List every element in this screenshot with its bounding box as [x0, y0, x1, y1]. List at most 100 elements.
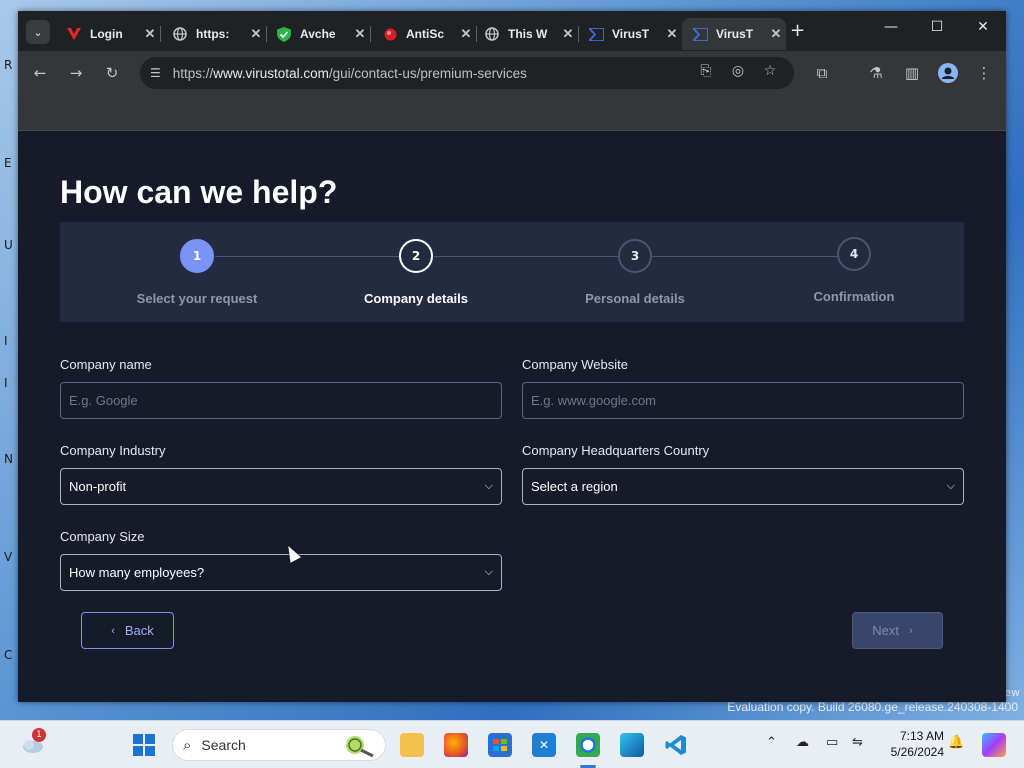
- profile-avatar-icon[interactable]: [938, 63, 958, 83]
- chrome-icon[interactable]: [576, 733, 600, 757]
- extensions-icon[interactable]: ⧉: [812, 63, 832, 83]
- company-hq-country-label: Company Headquarters Country: [522, 443, 710, 458]
- page-title: How can we help?: [60, 174, 338, 210]
- desktop-icon-label[interactable]: V: [4, 550, 12, 564]
- company-size-label: Company Size: [60, 529, 145, 544]
- company-industry-label: Company Industry: [60, 443, 166, 458]
- firefox-icon[interactable]: [444, 733, 468, 757]
- desktop-icon-label[interactable]: R: [4, 58, 12, 72]
- tab[interactable]: Login ✕: [56, 18, 160, 50]
- next-button-label: Next: [872, 623, 900, 638]
- chevron-down-icon: ⌵: [484, 566, 493, 578]
- company-size-select[interactable]: How many employees? ⌵: [60, 554, 502, 591]
- tab[interactable]: VirusT ✕: [578, 18, 682, 50]
- chevron-right-icon: ›: [909, 624, 913, 637]
- tab-title: Avche: [300, 27, 336, 41]
- select-value: Non-profit: [69, 479, 127, 494]
- search-placeholder: Search: [201, 737, 246, 753]
- file-explorer-icon[interactable]: [400, 733, 424, 757]
- tab-title: AntiSc: [406, 27, 445, 41]
- clock[interactable]: 7:13 AM 5/26/2024: [891, 728, 944, 760]
- company-website-input[interactable]: [522, 382, 964, 419]
- taskbar: 1 ⌕ Search ✕ ⌃ ☁ ▭ ⇋ 7:13 AM 5/26/2024 🔔: [0, 720, 1024, 768]
- reload-icon[interactable]: ↻: [102, 63, 122, 83]
- bookmarks-bar: [18, 95, 1006, 131]
- notification-badge: 1: [32, 728, 46, 742]
- vscode-icon[interactable]: [664, 733, 688, 757]
- desktop-icon-label[interactable]: I: [4, 376, 8, 390]
- search-icon: ⌕: [183, 736, 192, 754]
- close-icon[interactable]: ✕: [766, 26, 786, 42]
- virustotal-icon: [692, 26, 708, 42]
- next-button[interactable]: Next ›: [852, 612, 943, 649]
- tab-title: VirusT: [716, 27, 754, 41]
- network-icon[interactable]: ⇋: [852, 735, 863, 750]
- new-tab-icon[interactable]: +: [790, 20, 805, 41]
- desktop-icon-label[interactable]: E: [4, 156, 12, 170]
- chevron-up-icon[interactable]: ⌃: [766, 735, 777, 750]
- browser-window: ⌄ Login ✕ https: ✕ Avche ✕ AntiSc ✕ This: [18, 11, 1006, 702]
- notification-bell-icon[interactable]: 🔔: [948, 735, 964, 750]
- minimize-icon[interactable]: —: [868, 19, 914, 35]
- address-bar[interactable]: ☰ https://www.virustotal.com/gui/contact…: [140, 57, 794, 89]
- tab[interactable]: https: ✕: [162, 18, 266, 50]
- tab-title: Login: [90, 27, 123, 41]
- desktop-icon-label[interactable]: I: [4, 334, 8, 348]
- start-windows-icon[interactable]: [132, 733, 156, 757]
- green-shield-icon: [276, 26, 292, 42]
- desktop-icon-label[interactable]: U: [4, 238, 13, 252]
- close-icon[interactable]: ✕: [456, 26, 476, 42]
- maximize-icon[interactable]: ☐: [914, 19, 960, 35]
- desktop-icon-label[interactable]: C: [4, 648, 12, 662]
- step-company-details: 2 Company details: [336, 239, 496, 306]
- labs-flask-icon[interactable]: ⚗: [866, 63, 886, 83]
- tab-active[interactable]: VirusT ✕: [682, 18, 786, 50]
- tab-separator: [370, 26, 371, 42]
- kebab-menu-icon[interactable]: ⋮: [974, 63, 994, 83]
- company-hq-country-select[interactable]: Select a region ⌵: [522, 468, 964, 505]
- tab[interactable]: Avche ✕: [266, 18, 370, 50]
- browser-toolbar: ← → ↻ ☰ https://www.virustotal.com/gui/c…: [18, 51, 1006, 95]
- store-icon[interactable]: [488, 733, 512, 757]
- select-value: Select a region: [531, 479, 618, 494]
- company-website-label: Company Website: [522, 357, 628, 372]
- evaluation-watermark: Evaluation copy. Build 26080.ge_release.…: [727, 700, 1018, 714]
- taskbar-search[interactable]: ⌕ Search: [172, 729, 386, 761]
- display-icon[interactable]: ▭: [826, 735, 838, 750]
- tab-search-button[interactable]: ⌄: [26, 20, 50, 44]
- company-industry-select[interactable]: Non-profit ⌵: [60, 468, 502, 505]
- xcode-blue-x-icon[interactable]: ✕: [532, 733, 556, 757]
- back-arrow-icon[interactable]: ←: [30, 63, 50, 83]
- forward-arrow-icon[interactable]: →: [66, 63, 86, 83]
- tab-title: VirusT: [612, 27, 650, 41]
- close-icon[interactable]: ✕: [350, 26, 370, 42]
- eye-off-icon[interactable]: ◎: [728, 63, 748, 79]
- step-label: Select your request: [136, 291, 258, 306]
- company-name-input[interactable]: [60, 382, 502, 419]
- onedrive-offline-icon[interactable]: ☁: [796, 735, 809, 750]
- tab-separator: [160, 26, 161, 42]
- back-button[interactable]: ‹ Back: [81, 612, 174, 649]
- install-app-icon[interactable]: ⎘: [696, 63, 716, 79]
- tab[interactable]: This W ✕: [474, 18, 578, 50]
- edge-icon[interactable]: [620, 733, 644, 757]
- close-icon[interactable]: ✕: [558, 26, 578, 42]
- step-confirmation: 4 Confirmation: [774, 237, 934, 304]
- step-select-request[interactable]: 1 Select your request: [117, 239, 277, 306]
- select-value: How many employees?: [69, 565, 205, 580]
- desktop-icon-label[interactable]: N: [4, 452, 13, 466]
- bookmark-star-icon[interactable]: ☆: [760, 63, 780, 79]
- close-icon[interactable]: ✕: [662, 26, 682, 42]
- back-button-label: Back: [124, 623, 154, 638]
- step-number: 4: [837, 237, 871, 271]
- tab-title: https:: [196, 27, 230, 41]
- close-icon[interactable]: ✕: [140, 26, 160, 42]
- site-info-icon[interactable]: ☰: [150, 66, 161, 80]
- tab[interactable]: AntiSc ✕: [372, 18, 476, 50]
- step-number: 1: [180, 239, 214, 273]
- window-close-icon[interactable]: ✕: [960, 19, 1006, 35]
- close-icon[interactable]: ✕: [246, 26, 266, 42]
- virustotal-icon: [588, 26, 604, 42]
- copilot-icon[interactable]: [982, 733, 1006, 757]
- side-panel-icon[interactable]: ▥: [902, 63, 922, 83]
